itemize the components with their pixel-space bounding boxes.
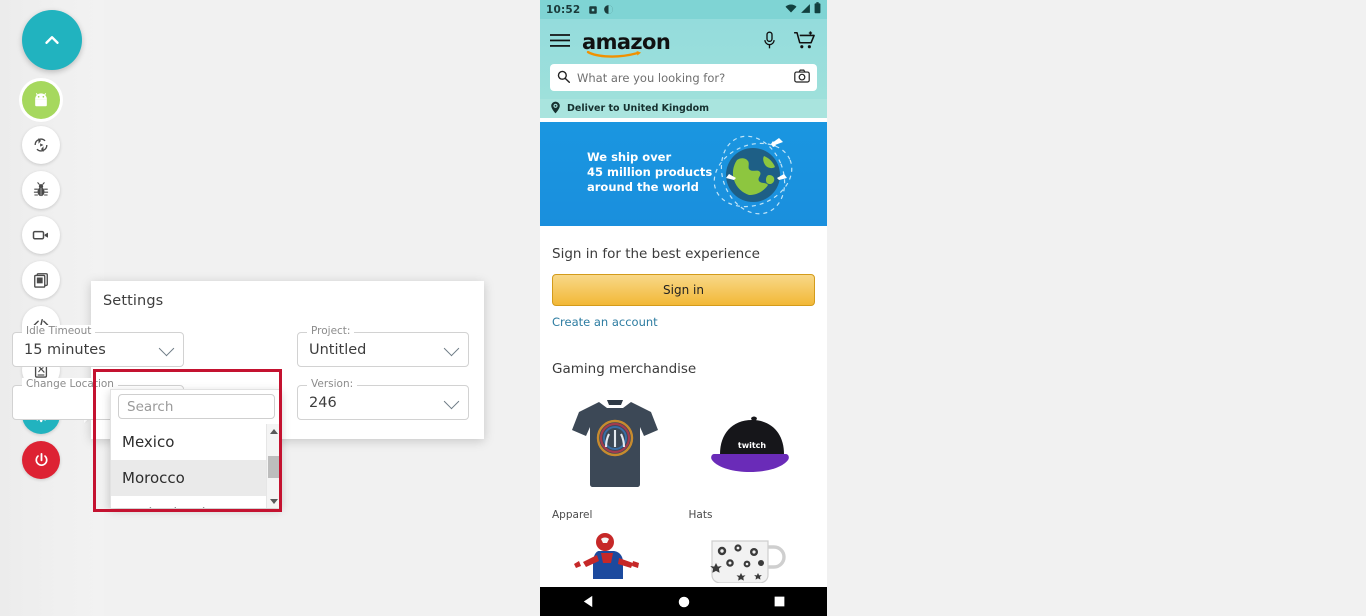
chevron-down-icon <box>443 340 460 356</box>
spiderman-figure-image <box>552 525 679 585</box>
app-window: Settings Idle Timeout 15 minutes Project… <box>0 0 1366 616</box>
shopping-cart-icon[interactable] <box>793 30 817 54</box>
chevron-down-icon <box>158 340 175 356</box>
amazon-smile-icon <box>586 50 642 58</box>
merchandise-label-hats: Hats <box>688 509 713 521</box>
hamburger-menu-icon[interactable] <box>550 33 570 52</box>
bug-report-button[interactable] <box>22 171 60 209</box>
idle-timeout-label: Idle Timeout <box>22 325 96 337</box>
android-home-button[interactable] <box>22 81 60 119</box>
location-list-scrollbar[interactable] <box>266 424 280 508</box>
version-select[interactable]: Version: 246 <box>297 378 469 420</box>
idle-timeout-select[interactable]: Idle Timeout 15 minutes <box>12 325 184 367</box>
bug-icon <box>33 182 49 197</box>
settings-panel-title: Settings <box>103 293 164 309</box>
record-screen-button[interactable] <box>22 216 60 254</box>
amazon-logo: amazon <box>582 31 671 58</box>
amazon-header-actions <box>762 30 817 54</box>
change-location-label: Change Location <box>22 378 118 390</box>
android-status-bar: 10:52 <box>540 0 827 19</box>
chevron-down-icon <box>443 393 460 409</box>
cap-image: twitch <box>689 389 816 499</box>
merchandise-label-apparel: Apparel <box>552 509 593 521</box>
project-value: Untitled <box>309 341 367 358</box>
banner-line-1: We ship over <box>587 150 672 164</box>
chevron-up-icon <box>45 36 59 44</box>
location-option-mexico[interactable]: Mexico <box>111 424 282 460</box>
deliver-to-text: Deliver to United Kingdom <box>567 103 710 114</box>
idle-timeout-value: 15 minutes <box>24 341 106 358</box>
rotate-icon <box>34 137 48 153</box>
location-option-netherlands[interactable]: Netherlands <box>111 496 282 508</box>
android-emulator-screen: 10:52 amazon What are you looking for? D… <box>540 0 827 616</box>
location-dropdown: Mexico Morocco Netherlands <box>110 389 282 508</box>
search-icon <box>557 68 570 87</box>
battery-icon <box>814 2 821 17</box>
gaming-merchandise-card: Gaming merchandise Apparel twitch Hats <box>540 350 827 607</box>
do-not-disturb-icon <box>603 4 614 15</box>
merchandise-item-apparel[interactable]: Apparel <box>552 389 679 521</box>
amazon-top-bar: amazon <box>550 25 817 59</box>
amazon-search-placeholder: What are you looking for? <box>577 70 726 85</box>
location-option-morocco[interactable]: Morocco <box>111 460 282 496</box>
merchandise-grid: Apparel twitch Hats <box>552 389 815 595</box>
scrollbar-thumb[interactable] <box>268 456 280 478</box>
location-option-list[interactable]: Mexico Morocco Netherlands <box>111 424 282 508</box>
amazon-app-header: amazon What are you looking for? <box>540 19 827 99</box>
scroll-down-arrow-icon[interactable] <box>267 494 281 508</box>
power-icon <box>35 452 47 466</box>
rotate-device-button[interactable] <box>22 126 60 164</box>
amazon-deliver-to-bar[interactable]: Deliver to United Kingdom <box>540 99 827 118</box>
camera-icon[interactable] <box>794 68 810 87</box>
screenshots-button[interactable] <box>22 261 60 299</box>
amazon-search-row: What are you looking for? <box>550 59 817 99</box>
signin-card-title: Sign in for the best experience <box>552 246 760 262</box>
merchandise-item-figure[interactable] <box>552 525 679 595</box>
globe-with-planes-icon <box>713 135 793 215</box>
scroll-up-arrow-icon[interactable] <box>267 424 281 438</box>
signal-icon <box>800 3 811 17</box>
android-icon <box>35 93 47 107</box>
merchandise-title: Gaming merchandise <box>552 361 697 377</box>
banner-line-3: around the world <box>587 180 699 194</box>
svg-text:twitch: twitch <box>738 441 767 450</box>
amazon-signin-card: Sign in for the best experience Sign in … <box>540 235 827 341</box>
project-label: Project: <box>307 325 355 337</box>
nav-recents-icon[interactable] <box>773 595 786 608</box>
signin-button[interactable]: Sign in <box>552 274 815 306</box>
project-select[interactable]: Project: Untitled <box>297 325 469 367</box>
status-bar-indicators <box>785 2 821 17</box>
android-navigation-bar <box>540 587 827 616</box>
location-pin-icon <box>550 101 561 117</box>
video-camera-icon <box>32 230 48 240</box>
banner-text: We ship over 45 million products around … <box>587 150 712 195</box>
nav-back-icon[interactable] <box>581 594 596 609</box>
power-off-button[interactable] <box>22 441 60 479</box>
collapse-toolbar-button[interactable] <box>22 10 82 70</box>
status-bar-clock: 10:52 <box>546 3 581 16</box>
create-account-link[interactable]: Create an account <box>552 315 815 329</box>
amazon-shipping-banner[interactable]: We ship over 45 million products around … <box>540 122 827 226</box>
version-value: 246 <box>309 394 337 411</box>
version-label: Version: <box>307 378 358 390</box>
location-search-input[interactable] <box>118 394 275 419</box>
tshirt-image <box>552 389 679 499</box>
emulator-tool-rail <box>0 0 104 616</box>
patterned-mug-image <box>689 525 816 585</box>
banner-line-2: 45 million products <box>587 165 713 179</box>
amazon-search-bar[interactable]: What are you looking for? <box>550 64 817 91</box>
screenshot-icon <box>34 273 48 288</box>
sd-card-icon <box>588 5 598 15</box>
microphone-icon[interactable] <box>762 31 777 54</box>
wifi-icon <box>785 3 797 17</box>
nav-home-icon[interactable] <box>677 595 691 609</box>
merchandise-item-hats[interactable]: twitch Hats <box>689 389 816 521</box>
merchandise-item-mug[interactable] <box>689 525 816 595</box>
